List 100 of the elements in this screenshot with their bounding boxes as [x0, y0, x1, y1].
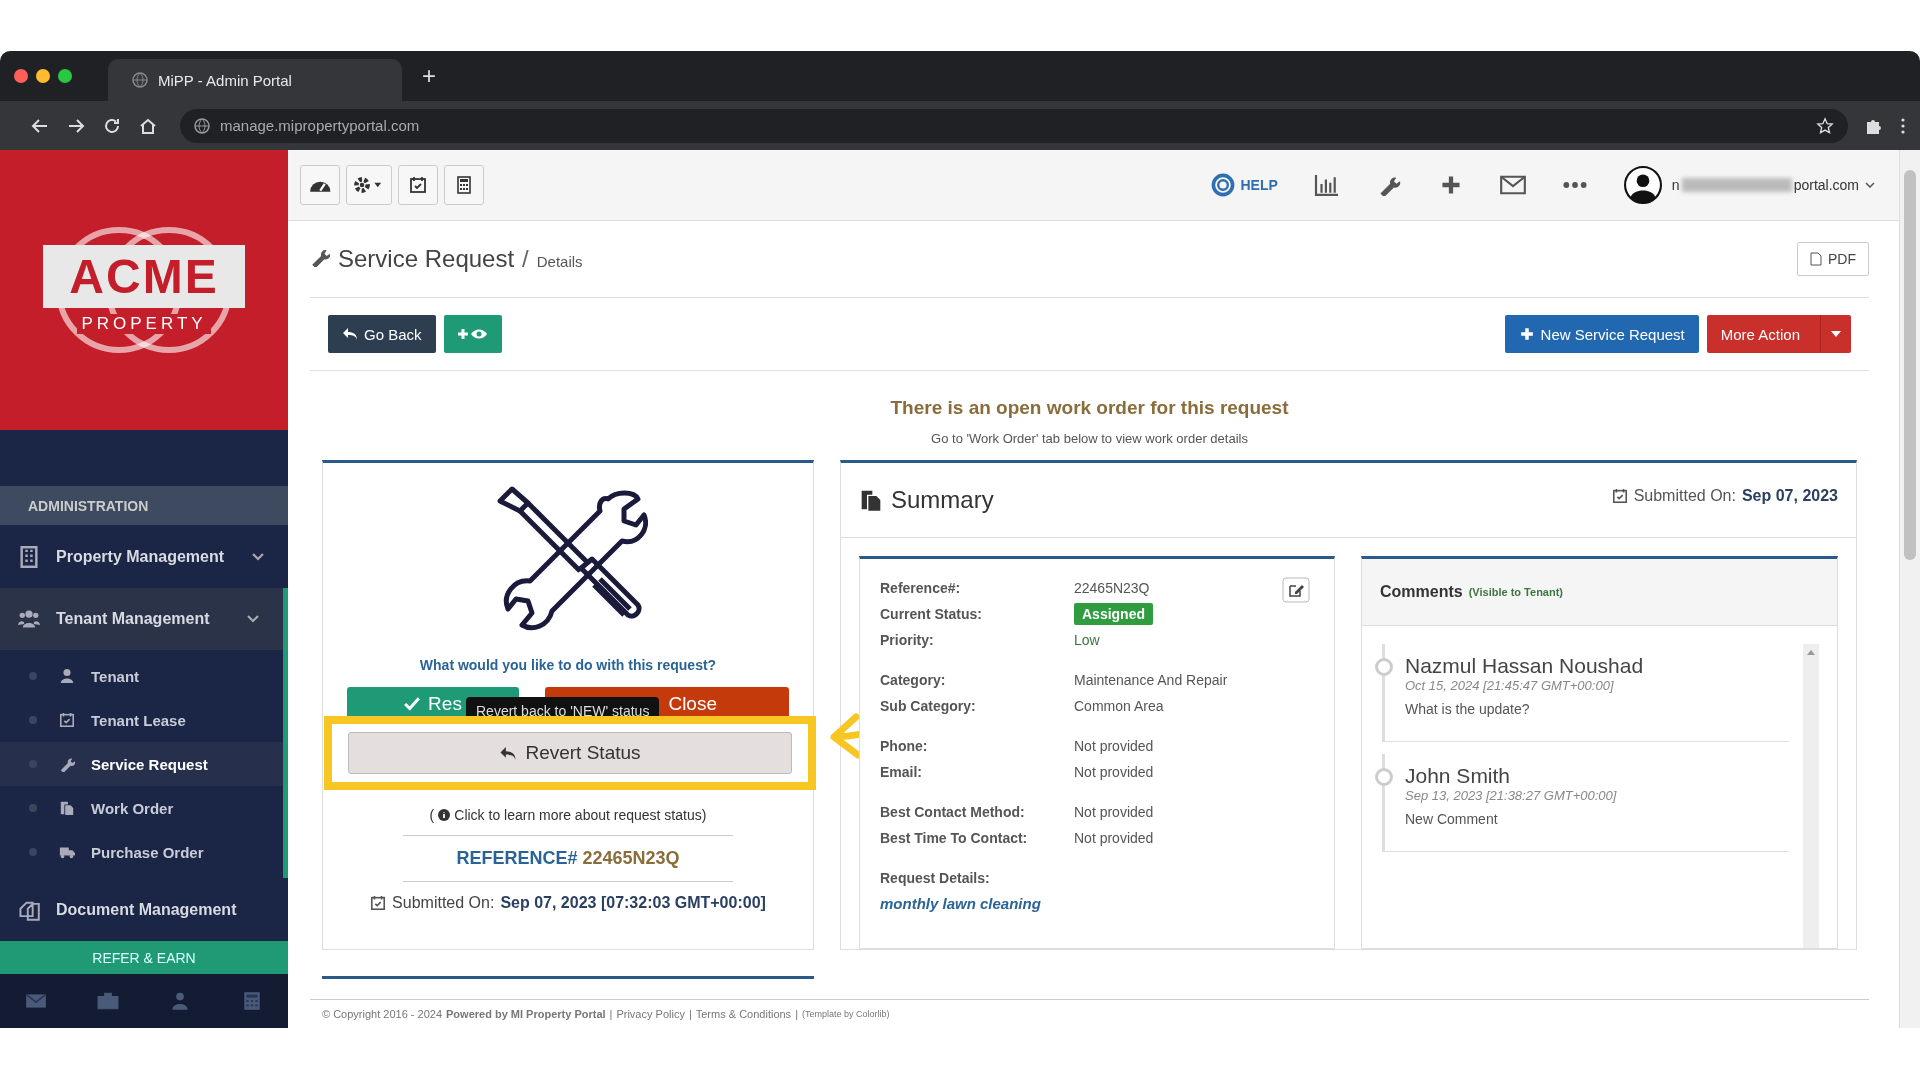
maximize-window-icon[interactable]	[58, 69, 72, 83]
powered-by-text: Powered by MI Property Portal	[446, 1008, 606, 1020]
bookmark-star-icon[interactable]	[1816, 116, 1834, 135]
section-header: ADMINISTRATION	[0, 486, 288, 526]
briefcase-icon[interactable]	[97, 992, 119, 1011]
chevron-down-icon	[247, 615, 259, 624]
scrollbar-thumb[interactable]	[1904, 170, 1916, 560]
pdf-button[interactable]: PDF	[1797, 242, 1869, 276]
menu-item[interactable]: Document Management	[0, 878, 288, 941]
file-icon	[1810, 252, 1822, 266]
submenu-item[interactable]: Tenant	[0, 654, 283, 699]
field-label: Request Details:	[880, 869, 991, 888]
menu-item[interactable]: Tenant Management	[0, 587, 288, 651]
dashboard-button[interactable]	[300, 165, 340, 205]
revert-status-button[interactable]: Revert Status	[348, 732, 792, 774]
building-icon	[18, 545, 40, 568]
wrench-icon	[59, 756, 75, 773]
privacy-link[interactable]: Privacy Policy	[616, 1008, 685, 1020]
field-value: Low	[1074, 631, 1100, 650]
bar-chart-icon[interactable]	[1313, 174, 1340, 196]
reply-arrow-icon	[342, 327, 358, 341]
lifebuoy-icon	[1210, 173, 1235, 197]
submenu-item[interactable]: Service Request	[0, 742, 283, 787]
caret-icon	[1865, 182, 1875, 188]
comment-time: Oct 15, 2024 [21:45:47 GMT+00:00]	[1405, 678, 1615, 693]
field-value: Not provided	[1074, 803, 1154, 822]
plus-eye-icon	[457, 327, 488, 341]
submenu-item[interactable]: Tenant Lease	[0, 698, 283, 743]
summary-title: Summary	[891, 486, 994, 514]
field-value: Not provided	[1074, 763, 1154, 782]
checkmark-icon	[404, 697, 421, 711]
edit-button[interactable]	[1282, 577, 1310, 603]
calculator-icon[interactable]	[241, 992, 263, 1011]
learn-more-link[interactable]: Click to learn more about request status)	[454, 807, 707, 823]
field-label: Current Status:	[880, 605, 983, 624]
settings-button[interactable]	[346, 165, 392, 205]
add-watcher-button[interactable]	[443, 315, 502, 353]
calendar-button[interactable]	[397, 165, 438, 205]
submenu-item[interactable]: Work Order	[0, 786, 283, 831]
reference-value: 22465N23Q	[582, 848, 680, 868]
go-back-button[interactable]: Go Back	[328, 315, 436, 353]
globe-icon	[194, 117, 210, 134]
address-bar[interactable]: manage.mipropertyportal.com	[180, 108, 1848, 143]
footer-separator: |	[795, 1008, 798, 1020]
submitted-value: Sep 07, 2023	[1741, 487, 1838, 505]
timeline-dot	[1375, 768, 1393, 786]
field-value: Common Area	[1074, 697, 1164, 716]
logo: ACME PROPERTY	[24, 204, 264, 375]
field-label: Category:	[880, 671, 947, 690]
user-email: portal.com	[1793, 177, 1859, 193]
comments-title: Comments	[1380, 583, 1463, 601]
mail-icon[interactable]	[1499, 174, 1526, 196]
field-label: Reference#:	[880, 579, 962, 598]
field-value: Maintenance And Repair	[1074, 671, 1228, 690]
scrollbar[interactable]	[1803, 644, 1819, 948]
avatar-icon	[1623, 166, 1662, 204]
submitted-label: Submitted On:	[1633, 487, 1736, 505]
close-window-icon[interactable]	[14, 69, 28, 83]
submitted-label: Submitted On:	[392, 894, 495, 912]
reference-label: REFERENCE#	[456, 848, 578, 868]
field-value: 22465N23Q	[1074, 579, 1150, 598]
more-action-button[interactable]: More Action	[1706, 315, 1851, 353]
breadcrumb: Details	[536, 253, 583, 270]
comment-time: Sep 13, 2023 [21:38:27 GMT+00:00]	[1405, 788, 1618, 803]
field-label: Best Time To Contact:	[880, 829, 1029, 848]
timeline-dot	[1375, 658, 1393, 676]
submenu-item[interactable]: Purchase Order	[0, 830, 283, 875]
field-label: Sub Category:	[880, 697, 977, 716]
comment-author: Nazmul Hassan Noushad	[1405, 654, 1645, 678]
help-button[interactable]: HELP	[1210, 173, 1278, 197]
field-label: Priority:	[880, 631, 935, 650]
bullet-dot	[29, 804, 37, 813]
document-icon	[59, 800, 75, 817]
calendar-icon	[370, 895, 387, 911]
plus-icon	[1518, 327, 1535, 341]
users-icon	[18, 608, 40, 631]
documents-icon	[859, 488, 883, 512]
user-email: n	[1671, 177, 1680, 193]
learn-paren: (	[429, 807, 435, 823]
page-scrollbar[interactable]	[1899, 150, 1920, 1028]
user-icon[interactable]	[169, 992, 191, 1011]
menu-item[interactable]: Property Management	[0, 525, 288, 588]
field-value: Not provided	[1074, 829, 1154, 848]
comment-text: What is the update?	[1405, 701, 1531, 717]
new-tab-button[interactable]: +	[422, 62, 436, 90]
calculator-icon	[454, 176, 473, 194]
minimize-window-icon[interactable]	[36, 69, 50, 83]
calendar-icon	[59, 712, 75, 729]
comment-text: New Comment	[1405, 811, 1499, 827]
calculator-button[interactable]	[443, 165, 484, 205]
chevron-down-icon	[252, 552, 264, 561]
new-service-request-button[interactable]: New Service Request	[1504, 315, 1699, 353]
user-menu[interactable]: n portal.com	[1623, 166, 1875, 204]
browser-tab[interactable]: MiPP - Admin Portal	[108, 59, 402, 101]
calendar-icon	[408, 176, 427, 194]
status-badge: Assigned	[1074, 603, 1153, 625]
submitted-value: Sep 07, 2023 [07:32:03 GMT+00:00]	[500, 894, 766, 912]
notice-text: Go to 'Work Order' tab below to view work order details	[930, 431, 1249, 446]
calendar-icon	[1611, 488, 1628, 504]
terms-link[interactable]: Terms & Conditions	[695, 1008, 792, 1020]
